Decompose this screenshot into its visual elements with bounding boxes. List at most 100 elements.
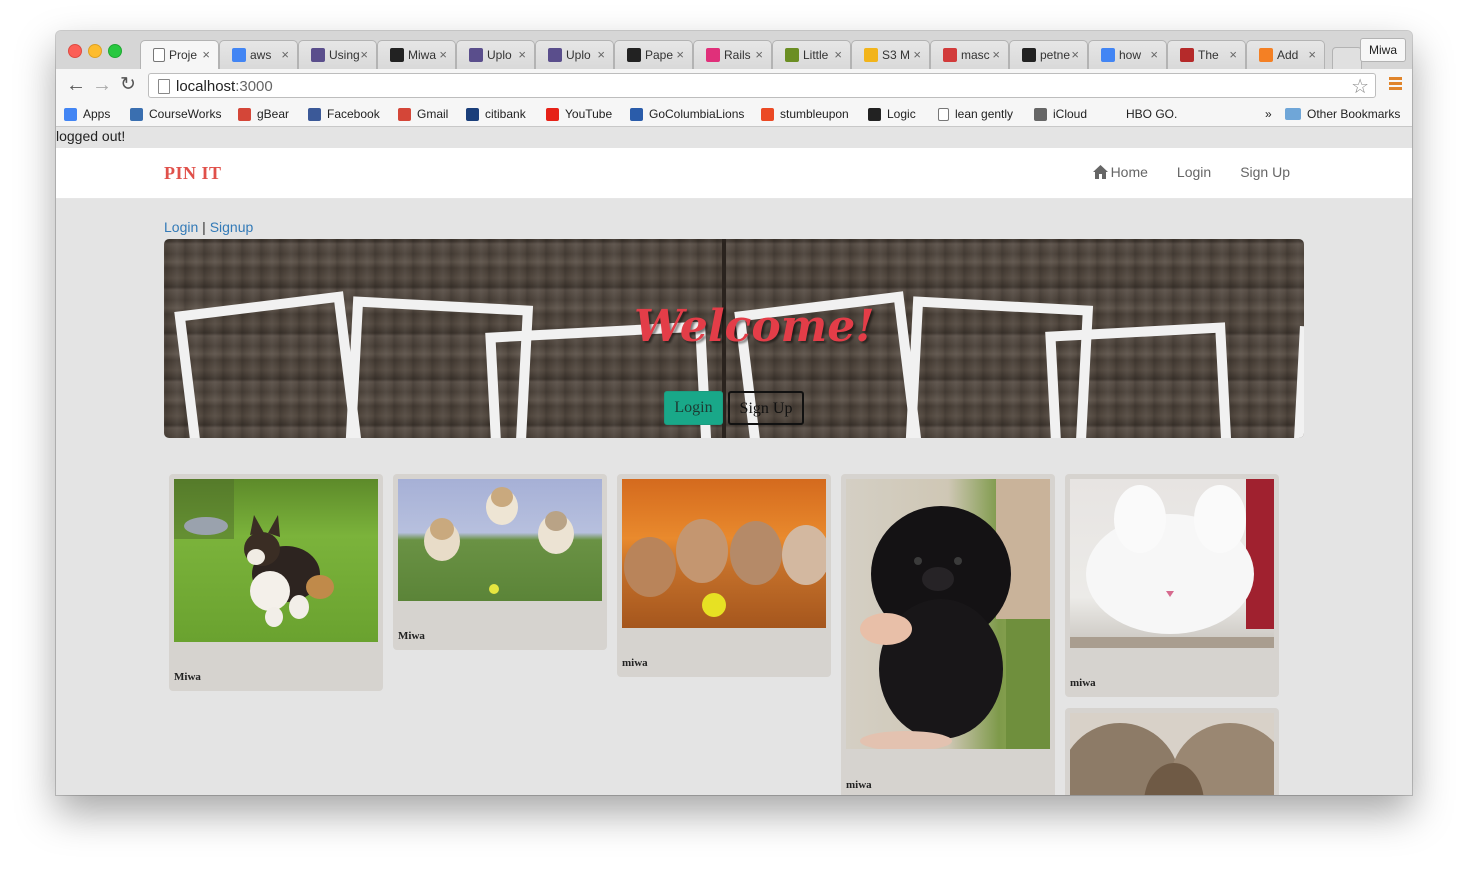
pin-image[interactable] (398, 479, 602, 601)
hero-signup-button[interactable]: Sign Up (728, 391, 804, 425)
forward-arrow-icon[interactable]: → (92, 75, 112, 95)
tab-close-icon[interactable]: × (1229, 47, 1237, 62)
bookmark-star-icon[interactable]: ☆ (1351, 74, 1369, 99)
page-icon (938, 107, 949, 121)
logic-icon (868, 107, 881, 121)
bookmark-item[interactable]: stumbleupon (761, 107, 849, 121)
tab-close-icon[interactable]: × (202, 47, 210, 62)
tab-label: Add (1277, 48, 1299, 62)
pin-card[interactable]: miwa (617, 474, 831, 677)
browser-tab[interactable]: Miwa × (377, 40, 456, 69)
heroku-icon (311, 48, 325, 62)
bookmark-item[interactable]: Logic (868, 107, 916, 121)
browser-tab[interactable]: The × (1167, 40, 1246, 69)
bookmark-item[interactable]: Facebook (308, 107, 380, 121)
pin-card[interactable]: miwa (1065, 474, 1279, 697)
browser-tab[interactable]: Pape × (614, 40, 693, 69)
nav-signup-link[interactable]: Sign Up (1240, 164, 1290, 180)
auth-separator: | (202, 219, 206, 235)
tab-close-icon[interactable]: × (1071, 47, 1079, 62)
bookmarks-overflow-button[interactable]: » (1265, 107, 1272, 121)
browser-tab[interactable]: aws × (219, 40, 298, 69)
github-icon (390, 48, 404, 62)
the-icon (1180, 48, 1194, 62)
nav-links: Home Login Sign Up (1064, 164, 1290, 180)
bookmark-label: citibank (485, 107, 526, 121)
tab-close-icon[interactable]: × (518, 47, 526, 62)
tab-close-icon[interactable]: × (281, 47, 289, 62)
close-window-icon[interactable] (68, 44, 82, 58)
browser-tab[interactable]: petne × (1009, 40, 1088, 69)
browser-tab[interactable]: how × (1088, 40, 1167, 69)
tab-close-icon[interactable]: × (1308, 47, 1316, 62)
profile-button[interactable]: Miwa (1359, 38, 1406, 62)
tab-label: petne (1040, 48, 1070, 62)
tab-close-icon[interactable]: × (676, 47, 684, 62)
tab-label: masc (961, 48, 990, 62)
browser-tab[interactable]: Add × (1246, 40, 1325, 69)
back-arrow-icon[interactable]: ← (66, 75, 86, 95)
hero-banner: Welcome! Login Sign Up (164, 239, 1304, 438)
hero-login-button[interactable]: Login (664, 391, 723, 425)
tab-close-icon[interactable]: × (992, 47, 1000, 62)
browser-tab[interactable]: Proje × (140, 40, 219, 69)
tab-close-icon[interactable]: × (913, 47, 921, 62)
facebook-icon (308, 107, 321, 121)
bookmark-label: iCloud (1053, 107, 1088, 121)
bookmark-item[interactable]: HBO GO. (1126, 107, 1177, 121)
pin-image[interactable] (1070, 479, 1274, 648)
browser-tab[interactable]: masc × (930, 40, 1009, 69)
nav-login-link[interactable]: Login (1177, 164, 1211, 180)
new-tab-button[interactable] (1332, 47, 1362, 70)
browser-toolbar: ← → ↻ localhost:3000 ☆ (56, 69, 1412, 104)
reload-icon[interactable]: ↻ (120, 75, 136, 95)
pin-card[interactable] (1065, 708, 1279, 795)
pin-image[interactable] (174, 479, 378, 642)
bookmark-label: gBear (257, 107, 290, 121)
signup-link[interactable]: Signup (210, 219, 254, 235)
pin-image[interactable] (1070, 713, 1274, 795)
tab-close-icon[interactable]: × (439, 47, 447, 62)
tab-close-icon[interactable]: × (834, 47, 842, 62)
bookmark-item[interactable]: GoColumbiaLions (630, 107, 744, 121)
tab-label: The (1198, 48, 1219, 62)
tab-close-icon[interactable]: × (597, 47, 605, 62)
zoom-window-icon[interactable] (108, 44, 122, 58)
tab-label: Little (803, 48, 829, 62)
pin-card[interactable]: miwa (841, 474, 1055, 795)
pin-image[interactable] (846, 479, 1050, 749)
pin-image[interactable] (622, 479, 826, 628)
bookmark-item[interactable]: citibank (466, 107, 526, 121)
bookmark-item[interactable]: CourseWorks (130, 107, 221, 121)
browser-tab[interactable]: Little × (772, 40, 851, 69)
address-bar[interactable]: localhost:3000 ☆ (148, 73, 1376, 98)
tab-label: Miwa (408, 48, 437, 62)
menu-icon[interactable] (1389, 77, 1402, 90)
tab-close-icon[interactable]: × (360, 47, 368, 62)
pin-card[interactable]: Miwa (393, 474, 607, 650)
tab-close-icon[interactable]: × (1150, 47, 1158, 62)
brand-logo[interactable]: PIN IT (164, 163, 222, 184)
photo-frame-graphic (174, 291, 364, 438)
bookmark-item[interactable]: iCloud (1034, 107, 1087, 121)
browser-tab[interactable]: Using × (298, 40, 377, 69)
login-link[interactable]: Login (164, 219, 198, 235)
bookmark-item[interactable]: Gmail (398, 107, 448, 121)
bookmark-item[interactable]: lean gently (938, 107, 1013, 121)
minimize-window-icon[interactable] (88, 44, 102, 58)
browser-tab[interactable]: Rails × (693, 40, 772, 69)
bookmark-item[interactable]: Apps (64, 107, 110, 121)
railscasts-icon (706, 48, 720, 62)
bookmark-item[interactable]: gBear (238, 107, 289, 121)
browser-tab[interactable]: Uplo × (456, 40, 535, 69)
bookmark-label: Gmail (417, 107, 449, 121)
pin-card[interactable]: Miwa (169, 474, 383, 691)
apple-icon (1034, 107, 1047, 121)
tab-close-icon[interactable]: × (755, 47, 763, 62)
bookmark-item[interactable]: YouTube (546, 107, 612, 121)
browser-tab[interactable]: Uplo × (535, 40, 614, 69)
other-bookmarks-folder[interactable]: Other Bookmarks (1285, 107, 1400, 121)
nav-home-link[interactable]: Home (1092, 164, 1148, 180)
s3-icon (864, 48, 878, 62)
browser-tab[interactable]: S3 M × (851, 40, 930, 69)
